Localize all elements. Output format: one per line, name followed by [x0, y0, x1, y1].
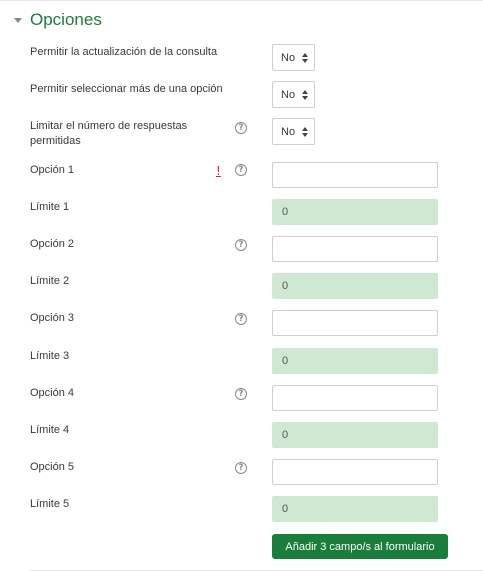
- allow-update-label: Permitir la actualización de la consulta: [30, 46, 218, 58]
- limit-1-input[interactable]: 0: [272, 199, 438, 225]
- option-4-input[interactable]: [272, 385, 438, 411]
- limit-5-label: Límite 5: [30, 498, 70, 510]
- allow-update-value: No: [281, 51, 296, 64]
- help-icon[interactable]: ?: [235, 388, 247, 400]
- section-title: Opciones: [30, 10, 102, 29]
- allow-multiple-label: Permitir seleccionar más de una opción: [30, 83, 223, 95]
- limit-3-input[interactable]: 0: [272, 348, 438, 374]
- top-divider: [0, 0, 483, 1]
- limit-5-input[interactable]: 0: [272, 496, 438, 522]
- required-icon: !: [216, 164, 221, 178]
- select-arrows-icon: [302, 53, 308, 63]
- limit-4-input[interactable]: 0: [272, 422, 438, 448]
- select-arrows-icon: [302, 127, 308, 137]
- option-5-input[interactable]: [272, 459, 438, 485]
- help-icon[interactable]: ?: [235, 164, 247, 176]
- add-fields-button[interactable]: Añadir 3 campo/s al formulario: [272, 534, 448, 559]
- limit-1-label: Límite 1: [30, 201, 70, 213]
- section-toggle[interactable]: Opciones: [14, 9, 102, 31]
- help-icon[interactable]: ?: [235, 239, 247, 251]
- option-1-input[interactable]: [272, 162, 438, 188]
- limit-answers-select[interactable]: No: [272, 118, 315, 145]
- option-5-label: Opción 5: [30, 461, 75, 473]
- allow-multiple-select[interactable]: No: [272, 81, 315, 108]
- help-icon[interactable]: ?: [235, 313, 247, 325]
- help-icon[interactable]: ?: [235, 122, 247, 134]
- option-2-label: Opción 2: [30, 238, 75, 250]
- allow-update-select[interactable]: No: [272, 44, 315, 71]
- limit-answers-value: No: [281, 125, 296, 138]
- limit-2-label: Límite 2: [30, 275, 70, 287]
- collapse-caret-icon: [14, 18, 22, 23]
- limit-4-label: Límite 4: [30, 424, 70, 436]
- limit-3-label: Límite 3: [30, 350, 70, 362]
- select-arrows-icon: [302, 90, 308, 100]
- allow-multiple-value: No: [281, 88, 296, 101]
- option-3-label: Opción 3: [30, 312, 75, 324]
- help-icon[interactable]: ?: [235, 462, 247, 474]
- limit-2-input[interactable]: 0: [272, 273, 438, 299]
- option-4-label: Opción 4: [30, 387, 75, 399]
- option-2-input[interactable]: [272, 236, 438, 262]
- limit-answers-label: Limitar el número de respuestas permitid…: [30, 120, 188, 147]
- option-1-label: Opción 1: [30, 164, 75, 176]
- option-3-input[interactable]: [272, 310, 438, 336]
